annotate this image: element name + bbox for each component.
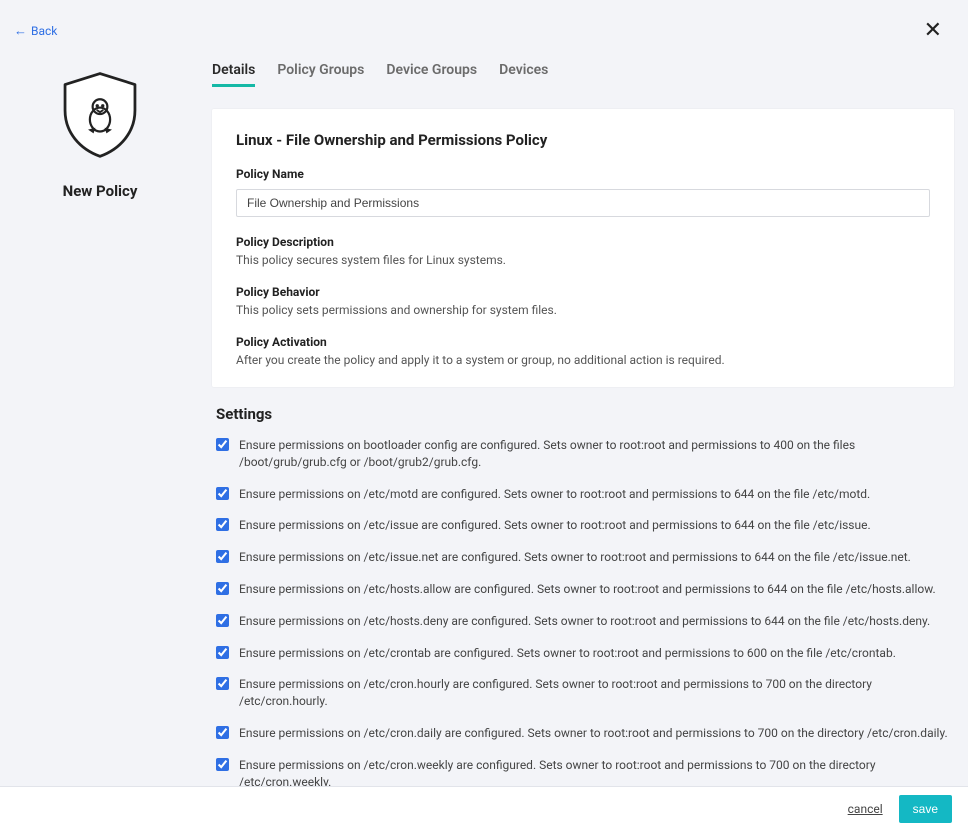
back-link[interactable]: ← Back: [14, 24, 57, 38]
policy-activation-label: Policy Activation: [236, 335, 930, 349]
policy-description-label: Policy Description: [236, 235, 930, 249]
setting-label: Ensure permissions on /etc/cron.daily ar…: [239, 725, 948, 742]
setting-checkbox[interactable]: [216, 646, 229, 659]
settings-block: Settings Ensure permissions on bootloade…: [212, 405, 954, 794]
policy-title: New Policy: [63, 182, 138, 200]
sidebar: New Policy: [0, 44, 200, 794]
tab-device-groups[interactable]: Device Groups: [386, 62, 477, 87]
setting-row: Ensure permissions on /etc/crontab are c…: [216, 645, 950, 662]
setting-row: Ensure permissions on /etc/motd are conf…: [216, 486, 950, 503]
close-button[interactable]: ✕: [918, 18, 948, 44]
policy-description-text: This policy secures system files for Lin…: [236, 253, 930, 267]
setting-label: Ensure permissions on bootloader config …: [239, 437, 950, 471]
setting-row: Ensure permissions on bootloader config …: [216, 437, 950, 471]
setting-label: Ensure permissions on /etc/crontab are c…: [239, 645, 896, 662]
cancel-button[interactable]: cancel: [848, 802, 883, 816]
policy-behavior-label: Policy Behavior: [236, 285, 930, 299]
tab-devices[interactable]: Devices: [499, 62, 548, 87]
setting-row: Ensure permissions on /etc/hosts.allow a…: [216, 581, 950, 598]
policy-behavior-text: This policy sets permissions and ownersh…: [236, 303, 930, 317]
setting-checkbox[interactable]: [216, 550, 229, 563]
setting-checkbox[interactable]: [216, 487, 229, 500]
setting-row: Ensure permissions on /etc/issue.net are…: [216, 549, 950, 566]
setting-checkbox[interactable]: [216, 582, 229, 595]
policy-name-input[interactable]: [236, 189, 930, 217]
setting-row: Ensure permissions on /etc/cron.daily ar…: [216, 725, 950, 742]
setting-label: Ensure permissions on /etc/issue are con…: [239, 517, 871, 534]
setting-checkbox[interactable]: [216, 726, 229, 739]
setting-label: Ensure permissions on /etc/hosts.allow a…: [239, 581, 936, 598]
setting-row: Ensure permissions on /etc/cron.hourly a…: [216, 676, 950, 710]
shield-linux-icon: [54, 68, 146, 160]
save-button[interactable]: save: [899, 795, 952, 823]
panel-heading: Linux - File Ownership and Permissions P…: [236, 131, 930, 149]
tab-policy-groups[interactable]: Policy Groups: [277, 62, 364, 87]
settings-heading: Settings: [216, 405, 950, 423]
details-panel: Linux - File Ownership and Permissions P…: [212, 109, 954, 387]
setting-label: Ensure permissions on /etc/issue.net are…: [239, 549, 911, 566]
close-icon: ✕: [924, 18, 942, 43]
tab-details[interactable]: Details: [212, 62, 255, 87]
setting-checkbox[interactable]: [216, 677, 229, 690]
footer-bar: cancel save: [0, 786, 968, 830]
setting-row: Ensure permissions on /etc/issue are con…: [216, 517, 950, 534]
setting-checkbox[interactable]: [216, 518, 229, 531]
back-label: Back: [31, 24, 57, 38]
setting-label: Ensure permissions on /etc/hosts.deny ar…: [239, 613, 930, 630]
setting-label: Ensure permissions on /etc/cron.hourly a…: [239, 676, 950, 710]
arrow-left-icon: ←: [14, 25, 27, 38]
setting-checkbox[interactable]: [216, 614, 229, 627]
setting-checkbox[interactable]: [216, 758, 229, 771]
setting-row: Ensure permissions on /etc/hosts.deny ar…: [216, 613, 950, 630]
setting-label: Ensure permissions on /etc/motd are conf…: [239, 486, 870, 503]
policy-activation-text: After you create the policy and apply it…: [236, 353, 930, 367]
setting-checkbox[interactable]: [216, 438, 229, 451]
policy-name-label: Policy Name: [236, 167, 930, 181]
